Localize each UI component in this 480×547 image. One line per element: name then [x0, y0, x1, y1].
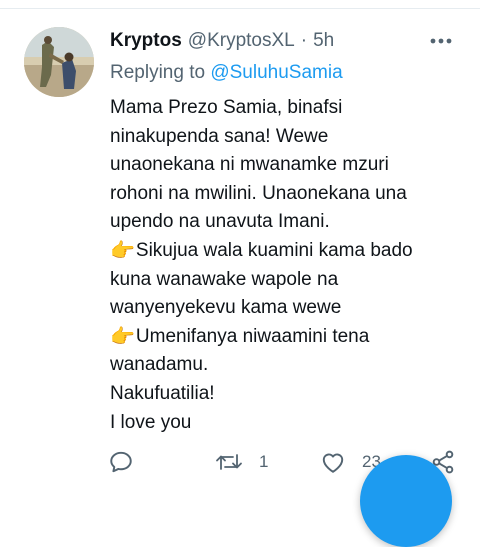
tweet-line: wanyenyekevu kama wewe: [110, 297, 342, 319]
replying-mention-link[interactable]: @SuluhuSamia: [210, 62, 342, 83]
tweet-line: unaonekana ni mwanamke mzuri: [110, 154, 389, 176]
retweet-icon: [216, 454, 242, 470]
tweet-line: rohoni na mwilini. Unaonekana una: [110, 182, 407, 204]
pointing-hand-emoji: 👉: [110, 239, 135, 262]
author-handle[interactable]: @KryptosXL: [188, 30, 295, 52]
retweet-button[interactable]: 1: [215, 445, 268, 479]
replying-prefix: Replying to: [110, 62, 206, 83]
tweet-line: Mama Prezo Samia, binafsi: [110, 97, 343, 118]
like-icon: [322, 453, 344, 473]
tweet-text: Mama Prezo Samia, binafsi ninakupenda sa…: [110, 94, 460, 437]
more-options-button[interactable]: [428, 29, 454, 53]
more-icon: [430, 38, 452, 44]
avatar[interactable]: [24, 27, 94, 97]
tweet-line: wanadamu.: [110, 354, 209, 376]
tweet-line-with-emoji: 👉Sikujua wala kuamini kama bado: [110, 237, 460, 266]
compose-tweet-button[interactable]: [360, 455, 452, 547]
tweet-header: Kryptos @KryptosXL · 5h: [110, 27, 450, 55]
avatar-image: [24, 27, 94, 97]
reply-icon: [110, 451, 132, 473]
tweet-line: I love you: [110, 411, 192, 433]
tweet-line-with-emoji: 👉Umenifanya niwaamini tena: [110, 323, 460, 352]
replying-to: Replying to @SuluhuSamia: [110, 62, 343, 84]
separator-dot: ·: [300, 30, 308, 51]
tweet-line: Sikujua wala kuamini kama bado: [135, 239, 413, 261]
tweet-line: Nakufuatilia!: [110, 382, 215, 404]
tweet-line: kuna wanawake wapole na: [110, 268, 339, 290]
tweet-line: ninakupenda sana! Wewe: [110, 125, 329, 147]
top-divider: [0, 8, 480, 9]
reply-button[interactable]: [108, 445, 134, 479]
retweet-count: 1: [259, 452, 269, 471]
pointing-hand-emoji: 👉: [110, 325, 135, 348]
author-name[interactable]: Kryptos: [110, 30, 182, 52]
tweet-line: upendo na unavuta Imani.: [110, 211, 330, 233]
tweet-line: Umenifanya niwaamini tena: [135, 325, 370, 347]
timestamp[interactable]: 5h: [313, 30, 334, 52]
